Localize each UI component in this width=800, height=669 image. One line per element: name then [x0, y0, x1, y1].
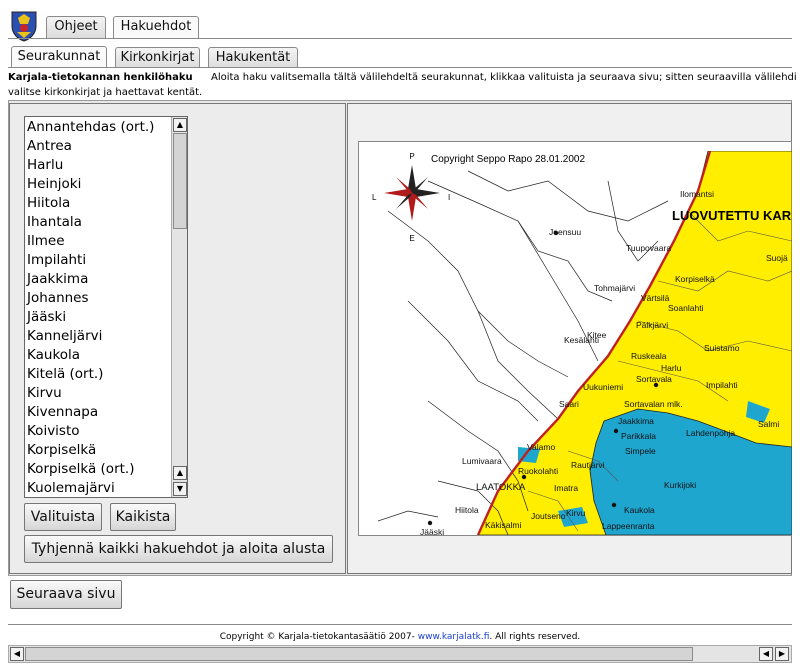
parish-list-item[interactable]: Ilmee [27, 232, 171, 251]
instruction-line-1: Aloita haku valitsemalla tältä välilehde… [211, 72, 796, 83]
tab-hakukentat[interactable]: Hakukentät [208, 47, 298, 68]
map-place-label: Käkisalmi [485, 520, 521, 530]
footer-separator [8, 624, 792, 625]
map-place-label: Korpiselkä [675, 274, 715, 284]
top-tabs-baseline [8, 38, 792, 39]
selected-button[interactable]: Valituista [24, 503, 102, 531]
map-title: LUOVUTETTU KAR [672, 208, 792, 223]
parish-list-item[interactable]: Korpiselkä [27, 441, 171, 460]
page-horizontal-scrollbar[interactable]: ◀ ◀ ▶ [8, 645, 792, 663]
map-place-label: Ruskeala [631, 351, 667, 361]
parish-list-item[interactable]: Impilahti [27, 251, 171, 270]
scroll-down-button[interactable]: ▲ [173, 466, 187, 480]
sub-tabs-baseline [8, 67, 792, 68]
parish-list: Annantehdas (ort.) Antrea Harlu Heinjoki Hii… [27, 118, 171, 497]
app-title: Karjala-tietokannan henkilöhaku [8, 72, 193, 83]
map-place-label: Saari [559, 399, 579, 409]
map-place-label: Kaukola [624, 505, 655, 515]
footer-copyright: Copyright © Karjala-tietokantasäätiö 200… [219, 632, 415, 642]
map-place-label: Jaakkima [618, 416, 654, 426]
map-place-label: Uukuniemi [583, 382, 623, 392]
map-place-label: Parikkala [621, 431, 656, 441]
karelia-map: P E L I Copyright Seppo Rapo 28.01.2002 … [368, 151, 792, 535]
scroll-left-button[interactable]: ◀ [10, 647, 24, 661]
parish-list-item[interactable]: Johannes [27, 289, 171, 308]
tab-seurakunnat[interactable]: Seurakunnat [11, 46, 107, 68]
map-place-label: Värtsilä [641, 293, 670, 303]
instruction-line-2: valitse kirkonkirjat ja haettavat kentät… [8, 87, 203, 98]
map-place-label: Simpele [625, 446, 656, 456]
parish-list-item[interactable]: Kanneljärvi [27, 327, 171, 346]
map-place-label: Lappeenranta [602, 521, 655, 531]
map-place-label: Valamo [527, 442, 555, 452]
tab-kirkonkirjat[interactable]: Kirkonkirjat [115, 47, 200, 68]
clear-all-button[interactable]: Tyhjennä kaikki hakuehdot ja aloita alus… [24, 535, 333, 563]
map-place-label: Sortavalan mlk. [624, 399, 683, 409]
parish-list-item[interactable]: Kirvu [27, 384, 171, 403]
map-place-label: Harlu [661, 363, 682, 373]
map-place-label: Imatra [554, 483, 578, 493]
tab-hakuehdot[interactable]: Hakuehdot [113, 16, 199, 39]
scroll-down-button-2[interactable]: ▼ [173, 482, 187, 496]
scroll-left-button-2[interactable]: ◀ [759, 647, 773, 661]
map-place-label: Rautjärvi [571, 460, 605, 470]
horizontal-scroll-thumb[interactable] [25, 647, 693, 661]
parish-list-item[interactable]: Koivisto [27, 422, 171, 441]
parish-list-item[interactable]: Annantehdas (ort.) [27, 118, 171, 137]
parish-list-item[interactable]: Harlu [27, 156, 171, 175]
compass-west: L [372, 193, 377, 202]
parish-list-item[interactable]: Kaukola [27, 346, 171, 365]
parish-list-item[interactable]: Kivennapa [27, 403, 171, 422]
map-place-label: Tuupovaara [626, 243, 671, 253]
map-place-label: Joutseno [531, 511, 566, 521]
map-place-label: Lahdenpohja [686, 428, 735, 438]
map-place-label: Impilahti [706, 380, 738, 390]
map-place-label: Suojä [766, 253, 788, 263]
parish-list-item[interactable]: Korpiselkä (ort.) [27, 460, 171, 479]
footer: Copyright © Karjala-tietokantasäätiö 200… [0, 632, 800, 642]
map-place-label: Hiitola [455, 505, 479, 515]
map-copyright: Copyright Seppo Rapo 28.01.2002 [431, 154, 585, 165]
compass-south: E [409, 234, 414, 243]
map-place-label: Pälkjärvi [636, 320, 668, 330]
scroll-right-button[interactable]: ▶ [775, 647, 789, 661]
map-place-label: Tohmajärvi [594, 283, 635, 293]
map-place-label: Suistamo [704, 343, 740, 353]
map-place-label: Soanlahti [668, 303, 704, 313]
parish-list-scrollbar[interactable]: ▲ ▲ ▼ [171, 117, 187, 497]
compass-east: I [448, 193, 450, 202]
parish-listbox[interactable]: Annantehdas (ort.) Antrea Harlu Heinjoki Hii… [24, 116, 188, 498]
map-place-label: Lumivaara [462, 456, 502, 466]
parish-list-item[interactable]: Antrea [27, 137, 171, 156]
parish-list-item[interactable]: Kuolemajärvi [27, 479, 171, 497]
scroll-up-button[interactable]: ▲ [173, 118, 187, 132]
map-place-label: Salmi [758, 419, 779, 429]
compass-north: P [409, 152, 414, 161]
next-page-button[interactable]: Seuraava sivu [10, 580, 122, 609]
parish-list-item[interactable]: Hiitola [27, 194, 171, 213]
tab-ohjeet[interactable]: Ohjeet [46, 16, 106, 38]
all-button[interactable]: Kaikista [110, 503, 176, 531]
map-place-label: Joensuu [549, 227, 581, 237]
parish-list-item[interactable]: Jaakkima [27, 270, 171, 289]
parish-list-item[interactable]: Kitelä (ort.) [27, 365, 171, 384]
scroll-thumb[interactable] [173, 133, 187, 229]
map-place-label: Kirvu [566, 508, 586, 518]
map-place-label: Jääski [420, 527, 444, 535]
parish-list-item[interactable]: Ihantala [27, 213, 171, 232]
map-place-label: Sortavala [636, 374, 672, 384]
map-place-label: Ruokolahti [518, 466, 558, 476]
map-place-label: LAATOKKA [476, 482, 526, 493]
map-place-label: Ilomantsi [680, 189, 714, 199]
footer-link[interactable]: www.karjalatk.fi [418, 632, 490, 642]
parish-list-item[interactable]: Heinjoki [27, 175, 171, 194]
map-place-label: Kurkijoki [664, 480, 696, 490]
footer-suffix: . All rights reserved. [489, 632, 581, 642]
map-place-label: Kesälahti [564, 335, 599, 345]
parish-list-item[interactable]: Jääski [27, 308, 171, 327]
